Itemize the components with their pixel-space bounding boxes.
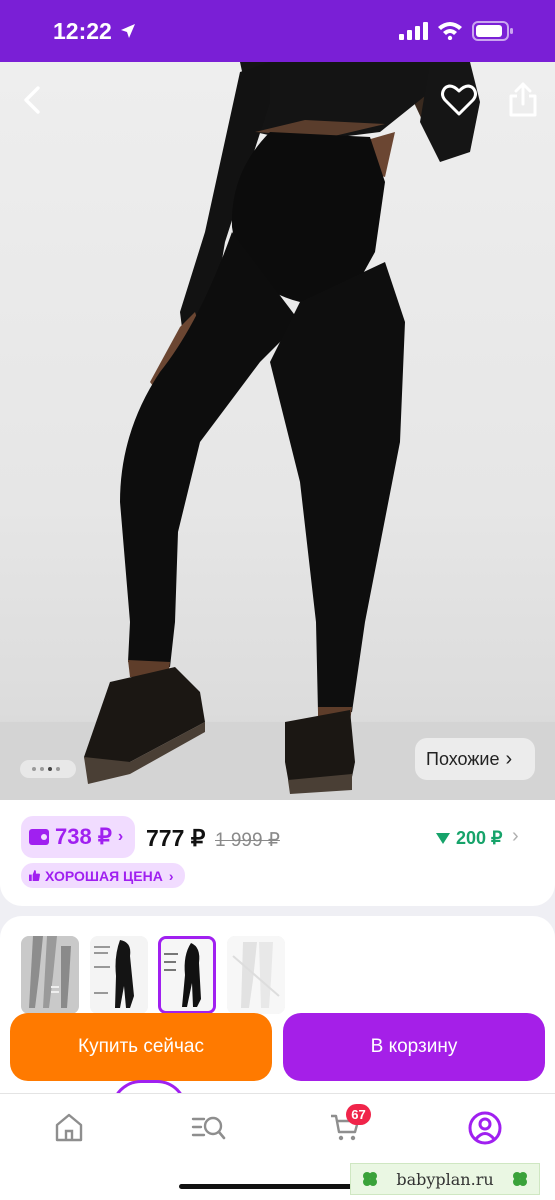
buy-now-button[interactable]: Купить сейчас xyxy=(10,1013,272,1081)
add-to-cart-button[interactable]: В корзину xyxy=(283,1013,545,1081)
wifi-icon xyxy=(437,20,463,45)
back-chevron-icon[interactable] xyxy=(16,82,52,118)
product-photo xyxy=(0,62,555,800)
share-icon[interactable] xyxy=(506,80,540,118)
variant-thumbnail-grey[interactable] xyxy=(21,936,79,1014)
cellular-signal-icon xyxy=(399,22,429,45)
gallery-page-indicator xyxy=(20,760,76,778)
variant-thumbnail-selected[interactable] xyxy=(158,936,216,1014)
thumbs-up-icon xyxy=(29,870,40,881)
wallet-price-pill[interactable]: 738 ₽ › xyxy=(21,816,135,858)
page-dot xyxy=(56,767,60,771)
home-icon[interactable] xyxy=(52,1110,86,1144)
variant-thumbnail-black-info[interactable] xyxy=(90,936,148,1014)
product-image-gallery[interactable]: Похожие › xyxy=(0,62,555,800)
location-arrow-icon xyxy=(119,22,137,45)
wallet-icon xyxy=(29,829,49,845)
page-dot xyxy=(32,767,36,771)
current-price: 777 ₽ xyxy=(146,825,206,851)
clover-icon xyxy=(513,1172,527,1186)
battery-icon xyxy=(472,20,514,47)
screen: 12:22 Похожие › 738 ₽ › 777 ₽ 1 999 ₽ 20… xyxy=(0,0,555,1200)
chevron-right-icon: › xyxy=(117,828,124,845)
down-triangle-icon xyxy=(436,833,450,844)
chevron-right-icon[interactable]: › xyxy=(512,825,519,848)
good-price-badge[interactable]: ХОРОШАЯ ЦЕНА › xyxy=(21,863,185,888)
page-dot xyxy=(40,767,44,771)
status-time: 12:22 xyxy=(53,18,112,44)
watermark-text: babyplan.ru xyxy=(396,1169,494,1189)
watermark: babyplan.ru xyxy=(350,1163,540,1195)
chevron-right-icon: › xyxy=(168,867,174,884)
cart-count-badge: 67 xyxy=(346,1104,371,1125)
status-bar: 12:22 xyxy=(0,0,555,62)
add-to-cart-label: В корзину xyxy=(370,1036,458,1057)
heart-icon[interactable] xyxy=(440,82,478,118)
profile-icon[interactable] xyxy=(467,1110,502,1145)
home-indicator xyxy=(179,1184,377,1189)
chevron-right-icon: › xyxy=(505,747,513,770)
catalog-search-icon[interactable] xyxy=(190,1110,226,1144)
similar-button[interactable]: Похожие › xyxy=(415,738,535,780)
price-drop[interactable]: 200 ₽ xyxy=(436,828,503,849)
old-price: 1 999 ₽ xyxy=(215,830,280,851)
good-price-label: ХОРОШАЯ ЦЕНА xyxy=(45,867,163,884)
buy-now-label: Купить сейчас xyxy=(78,1036,204,1057)
similar-label: Похожие xyxy=(426,748,500,769)
price-card: 738 ₽ › 777 ₽ 1 999 ₽ 200 ₽ › ХОРОШАЯ ЦЕ… xyxy=(0,800,555,906)
price-drop-value: 200 ₽ xyxy=(456,828,503,848)
variant-thumbnail-white[interactable] xyxy=(227,936,285,1014)
clover-icon xyxy=(363,1172,377,1186)
wallet-price: 738 ₽ xyxy=(55,824,112,849)
page-dot-active xyxy=(48,767,52,771)
